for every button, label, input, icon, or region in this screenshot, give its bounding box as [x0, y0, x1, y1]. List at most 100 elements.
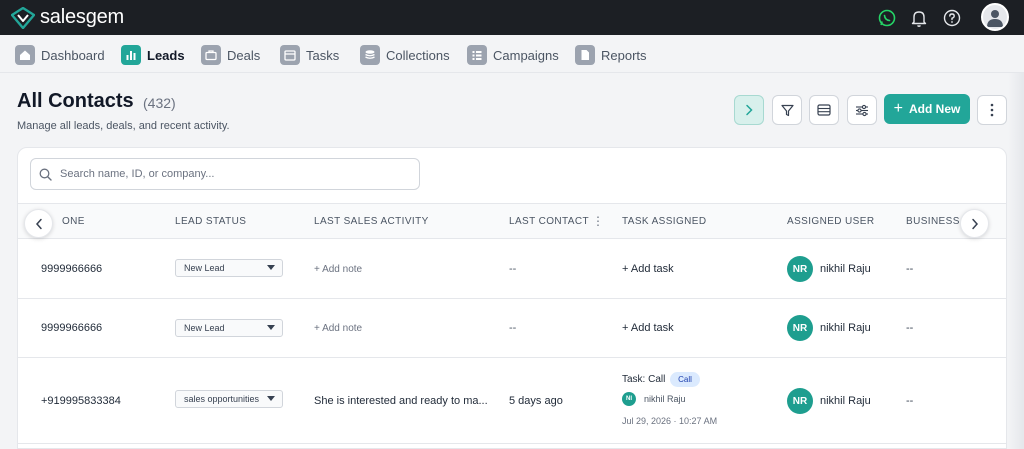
column-header-last-contact[interactable]: LAST CONTACT [509, 216, 589, 227]
app-logo[interactable]: salesgem [11, 6, 124, 29]
contacts-card: ONE LEAD STATUS LAST SALES ACTIVITY LAST… [17, 147, 1007, 449]
task-user-avatar: NI [622, 392, 636, 406]
column-header-last-sales-activity[interactable]: LAST SALES ACTIVITY [314, 216, 429, 227]
table-header: ONE LEAD STATUS LAST SALES ACTIVITY LAST… [18, 203, 1006, 239]
assigned-user-name: nikhil Raju [820, 395, 871, 407]
sliders-icon [856, 104, 868, 116]
nav-deals[interactable]: Deals [201, 45, 260, 65]
lead-status-select[interactable]: New Lead [175, 319, 283, 337]
nav-label: Collections [386, 47, 450, 63]
column-header-assigned-user[interactable]: ASSIGNED USER [787, 216, 874, 227]
add-note-link[interactable]: + Add note [314, 323, 362, 334]
chevron-right-icon [746, 104, 753, 116]
bell-icon[interactable] [909, 8, 928, 27]
last-contact-cell: -- [509, 263, 517, 275]
add-task-link[interactable]: + Add task [622, 322, 674, 334]
coins-icon [360, 45, 380, 65]
phone-cell: 9999966666 [41, 263, 103, 275]
last-contact-cell: -- [509, 322, 517, 334]
more-options-button[interactable] [977, 95, 1007, 125]
nav-reports[interactable]: Reports [575, 45, 647, 65]
nav-label: Leads [147, 47, 185, 63]
bar-chart-icon [121, 45, 141, 65]
nav-dashboard[interactable]: Dashboard [15, 45, 105, 65]
assigned-user-avatar: NR [787, 388, 813, 414]
assigned-user-avatar: NR [787, 315, 813, 341]
assigned-user-name: nikhil Raju [820, 263, 871, 275]
task-title[interactable]: Task: Call [622, 374, 665, 385]
nav-collections[interactable]: Collections [360, 45, 450, 65]
chevron-down-icon [267, 396, 275, 401]
table-view-icon [817, 104, 831, 116]
nav-label: Deals [227, 47, 261, 63]
nav-label: Campaigns [493, 47, 559, 63]
scroll-left-button[interactable] [24, 209, 53, 238]
contact-count: (432) [143, 95, 176, 111]
home-icon [15, 45, 35, 65]
task-type-badge: Call [670, 372, 700, 387]
add-new-button[interactable]: + Add New [884, 94, 970, 124]
business-type-cell: -- [906, 322, 914, 334]
filter-button[interactable] [772, 95, 802, 125]
document-icon [575, 45, 595, 65]
phone-cell: 9999966666 [41, 322, 103, 334]
assigned-user-name: nikhil Raju [820, 322, 871, 334]
chevron-right-icon [971, 218, 978, 229]
nav-label: Tasks [306, 47, 340, 63]
chevron-down-icon [267, 325, 275, 330]
add-note-link[interactable]: + Add note [314, 264, 362, 275]
briefcase-icon [201, 45, 221, 65]
task-user-name: nikhil Raju [644, 394, 686, 404]
last-contact-cell: 5 days ago [509, 395, 563, 407]
more-vertical-icon [990, 103, 994, 117]
user-avatar-icon[interactable] [981, 3, 1009, 31]
business-type-cell: -- [906, 263, 914, 275]
table-row[interactable]: 9999966666 New Lead + Add note -- + Add … [18, 299, 1006, 358]
last-sales-activity-cell: She is interested and ready to ma... [314, 395, 488, 407]
column-header-phone[interactable]: ONE [62, 216, 85, 227]
nav-campaigns[interactable]: Campaigns [467, 45, 559, 65]
help-icon[interactable] [942, 8, 961, 27]
nav-label: Dashboard [41, 47, 105, 63]
search-icon [39, 168, 52, 181]
table-view-button[interactable] [809, 95, 839, 125]
column-settings-button[interactable] [847, 95, 877, 125]
chevron-down-icon [267, 265, 275, 270]
expand-panel-button[interactable] [734, 95, 764, 125]
scroll-right-button[interactable] [960, 209, 989, 238]
phone-cell: +919995833384 [41, 395, 121, 407]
add-task-link[interactable]: + Add task [622, 263, 674, 275]
column-menu-icon[interactable]: ⋮ [592, 214, 604, 228]
filter-icon [780, 104, 794, 116]
list-icon [467, 45, 487, 65]
gem-logo-icon [11, 6, 35, 29]
business-type-cell: -- [906, 395, 914, 407]
table-row[interactable]: 9999966666 New Lead + Add note -- + Add … [18, 239, 1006, 299]
nav-label: Reports [601, 47, 647, 63]
page-subtitle: Manage all leads, deals, and recent acti… [17, 120, 230, 132]
task-due-date: Jul 29, 2026 · 10:27 AM [622, 416, 718, 426]
table-row[interactable]: +919995833384 sales opportunities She is… [18, 358, 1006, 444]
lead-status-value: sales opportunities [184, 394, 260, 404]
column-header-lead-status[interactable]: LEAD STATUS [175, 216, 246, 227]
add-new-label: Add New [909, 102, 961, 116]
nav-tasks[interactable]: Tasks [280, 45, 339, 65]
lead-status-select[interactable]: New Lead [175, 259, 283, 277]
calendar-icon [280, 45, 300, 65]
plus-icon: + [893, 100, 903, 117]
assigned-user-avatar: NR [787, 256, 813, 282]
nav-leads[interactable]: Leads [121, 45, 185, 65]
chevron-left-icon [35, 218, 42, 229]
top-bar: salesgem [0, 0, 1024, 35]
lead-status-value: New Lead [184, 323, 225, 333]
page-edge-shadow [1008, 73, 1024, 449]
main-nav: Dashboard Leads Deals Tasks Collections … [0, 35, 1024, 73]
lead-status-select[interactable]: sales opportunities [175, 390, 283, 408]
whatsapp-icon[interactable] [877, 8, 896, 27]
page-title: All Contacts [17, 90, 134, 112]
app-name: salesgem [40, 6, 124, 28]
column-header-task-assigned[interactable]: TASK ASSIGNED [622, 216, 706, 227]
search-input[interactable] [60, 168, 400, 180]
lead-status-value: New Lead [184, 263, 225, 273]
search-box[interactable] [30, 158, 420, 190]
